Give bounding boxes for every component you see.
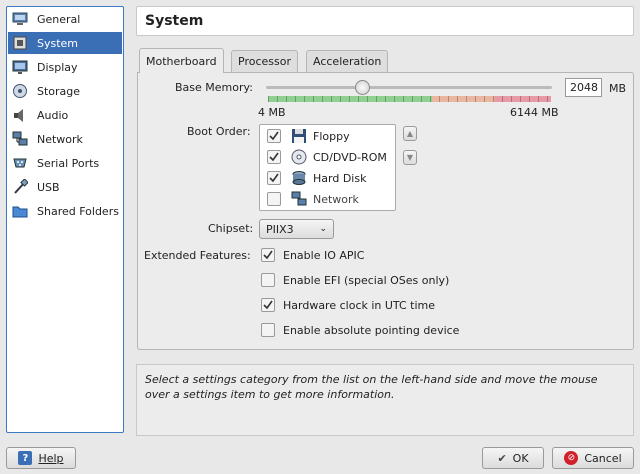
hard-disk-icon <box>291 170 307 189</box>
move-down-button[interactable]: ▼ <box>403 150 417 165</box>
boot-cd-dvd-checkbox[interactable] <box>267 150 281 164</box>
help-button[interactable]: ? Help <box>6 447 76 469</box>
boot-floppy-checkbox[interactable] <box>267 129 281 143</box>
boot-order-list[interactable]: Floppy CD/DVD-ROM Hard Disk Network <box>259 124 396 211</box>
utc-clock-checkbox[interactable] <box>261 298 275 312</box>
system-icon <box>11 34 29 52</box>
slider-track <box>266 86 552 89</box>
boot-item-cd-dvd[interactable]: CD/DVD-ROM <box>260 147 395 168</box>
cd-dvd-icon <box>291 149 307 168</box>
cancel-icon: ⊘ <box>564 451 579 465</box>
sidebar-item-storage[interactable]: Storage <box>8 80 122 102</box>
boot-item-hard-disk[interactable]: Hard Disk <box>260 168 395 189</box>
cancel-button[interactable]: ⊘ Cancel <box>552 447 634 469</box>
tab-processor[interactable]: Processor <box>231 50 298 72</box>
serial-ports-icon <box>11 154 29 172</box>
sidebar-item-label: Audio <box>37 108 69 122</box>
base-memory-unit: MB <box>609 82 627 95</box>
io-apic-label: Enable IO APIC <box>283 249 365 262</box>
ok-label: OK <box>512 451 529 465</box>
slider-min-label: 4 MB <box>258 106 286 119</box>
sidebar-item-label: Storage <box>37 84 81 98</box>
boot-network-checkbox[interactable] <box>267 192 281 206</box>
network-boot-icon <box>291 191 307 210</box>
sidebar-item-label: Display <box>37 60 78 74</box>
boot-item-label: CD/DVD-ROM <box>313 151 387 164</box>
base-memory-label: Base Memory: <box>175 81 253 94</box>
general-icon <box>11 10 29 28</box>
sidebar-item-serial-ports[interactable]: Serial Ports <box>8 152 122 174</box>
sidebar-item-system[interactable]: System <box>8 32 122 54</box>
chipset-select[interactable]: PIIX3 ⌄ <box>259 219 334 239</box>
io-apic-checkbox[interactable] <box>261 248 275 262</box>
network-icon <box>11 130 29 148</box>
boot-item-label: Network <box>313 193 359 206</box>
sidebar-item-general[interactable]: General <box>8 8 122 30</box>
display-icon <box>11 58 29 76</box>
base-memory-value: 2048 <box>570 81 598 94</box>
sidebar-item-label: General <box>37 12 81 26</box>
help-label: Help <box>38 451 64 465</box>
utc-clock-label: Hardware clock in UTC time <box>283 299 436 312</box>
boot-item-network[interactable]: Network <box>260 189 395 210</box>
sidebar-item-label: System <box>37 36 79 50</box>
slider-ticks <box>268 96 551 102</box>
sidebar-item-label: Shared Folders <box>37 204 119 218</box>
boot-hard-disk-checkbox[interactable] <box>267 171 281 185</box>
boot-item-floppy[interactable]: Floppy <box>260 126 395 147</box>
boot-order-label: Boot Order: <box>187 125 251 138</box>
efi-label: Enable EFI (special OSes only) <box>283 274 450 287</box>
page-title: System <box>136 6 634 36</box>
boot-item-label: Floppy <box>313 130 350 143</box>
audio-icon <box>11 106 29 124</box>
slider-max-label: 6144 MB <box>510 106 559 119</box>
usb-icon <box>11 178 29 196</box>
arrow-down-icon: ▼ <box>406 153 414 162</box>
info-description: Select a settings category from the list… <box>136 364 634 436</box>
floppy-icon <box>291 128 307 147</box>
sidebar-item-usb[interactable]: USB <box>8 176 122 198</box>
checkmark-icon: ✔ <box>497 451 507 465</box>
settings-category-list[interactable]: General System Display Storage Audio Net… <box>6 6 124 433</box>
sidebar-item-shared-folders[interactable]: Shared Folders <box>8 200 122 222</box>
sidebar-item-audio[interactable]: Audio <box>8 104 122 126</box>
efi-checkbox[interactable] <box>261 273 275 287</box>
ok-button[interactable]: ✔ OK <box>482 447 544 469</box>
chipset-value: PIIX3 <box>266 222 294 236</box>
move-up-button[interactable]: ▲ <box>403 126 417 141</box>
sidebar-item-display[interactable]: Display <box>8 56 122 78</box>
help-icon: ? <box>18 451 33 465</box>
cancel-label: Cancel <box>584 451 622 465</box>
arrow-up-icon: ▲ <box>406 129 414 138</box>
sidebar-item-label: USB <box>37 180 60 194</box>
chipset-label: Chipset: <box>208 222 254 235</box>
tab-acceleration[interactable]: Acceleration <box>306 50 389 72</box>
sidebar-item-network[interactable]: Network <box>8 128 122 150</box>
absolute-pointing-label: Enable absolute pointing device <box>283 324 460 337</box>
shared-folders-icon <box>11 202 29 220</box>
extended-features-label: Extended Features: <box>144 249 251 262</box>
base-memory-slider[interactable] <box>262 80 556 96</box>
slider-handle[interactable] <box>355 80 371 95</box>
tab-motherboard[interactable]: Motherboard <box>139 48 224 73</box>
boot-item-label: Hard Disk <box>313 172 367 185</box>
absolute-pointing-checkbox[interactable] <box>261 323 275 337</box>
sidebar-item-label: Serial Ports <box>37 156 100 170</box>
storage-icon <box>11 82 29 100</box>
base-memory-input[interactable]: 2048 <box>565 78 602 97</box>
sidebar-item-label: Network <box>37 132 83 146</box>
chevron-down-icon: ⌄ <box>319 224 327 234</box>
